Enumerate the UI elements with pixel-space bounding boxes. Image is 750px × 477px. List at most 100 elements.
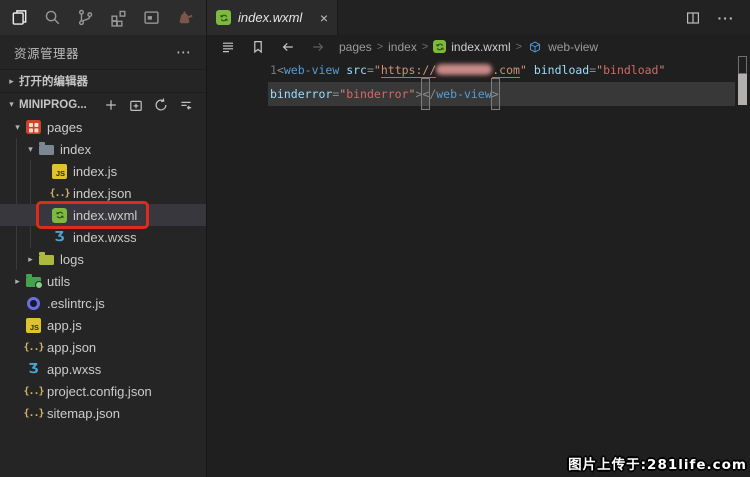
tree-item-app-json[interactable]: {..}app.json [0,336,206,358]
more-actions-icon[interactable]: ··· [717,9,735,27]
tree-item-logs[interactable]: ▸ logs [0,248,206,270]
search-icon[interactable] [40,6,64,30]
code-token: = [367,63,374,77]
sidebar: 资源管理器 ⋯ ▸ 打开的编辑器 ▾ MINIPROG... ▾pages▾in… [0,0,207,477]
tab-label: index.wxml [238,10,302,25]
tree-item-label: logs [60,252,84,267]
wxml-file-icon [433,40,446,53]
tree-item-label: .eslintrc.js [47,296,105,311]
project-label: MINIPROG... [19,99,87,111]
tab-bar: index.wxml × ··· [207,0,750,35]
tree-item-pages[interactable]: ▾ pages [0,116,206,138]
folder-index-icon [39,145,54,155]
json-file-icon: {..} [26,405,42,421]
tree-item-label: sitemap.json [47,406,120,421]
code-token: bindload [534,63,589,77]
breadcrumb-item-index[interactable]: index [388,40,417,54]
arrow-left-icon[interactable] [273,37,303,57]
bookmark-icon[interactable] [243,37,273,57]
code-token: > [492,82,499,106]
outline-icon[interactable] [213,37,243,57]
close-icon[interactable]: × [320,11,328,25]
breadcrumb-item-pages[interactable]: pages [339,40,372,54]
wxml-file-icon [216,10,231,25]
tree-item-utils[interactable]: ▸ utils [0,270,206,292]
code-token [527,63,534,77]
json-file-icon: {..} [52,185,68,201]
chevron-right-icon: ▸ [10,276,25,287]
js-file-icon: JS [26,318,41,333]
js-file-icon: JS [52,164,67,179]
tree-item-sitemap-json[interactable]: {..} sitemap.json [0,402,206,424]
tree-item-app-wxss[interactable]: Ʒapp.wxss [0,358,206,380]
code-line[interactable]: 1<web-view src="https://.com" bindload="… [207,58,750,82]
tree-item--eslintrc-js[interactable]: .eslintrc.js [0,292,206,314]
collapse-all-icon[interactable] [176,95,195,114]
tree-item-label: app.json [47,340,96,355]
extensions-icon[interactable] [106,6,130,30]
arrow-right-icon [303,37,333,57]
new-folder-icon[interactable] [126,95,145,114]
scrollbar-marker [738,56,747,74]
app-window: 资源管理器 ⋯ ▸ 打开的编辑器 ▾ MINIPROG... ▾pages▾in… [0,0,750,477]
editor-group: index.wxml × ··· pages > index > index.wxml >… [207,0,750,477]
code-token: binderror [346,87,408,101]
web-view-symbol-icon [527,39,543,55]
breadcrumb-item-web-view[interactable]: web-view [527,39,598,55]
breadcrumb: pages>index>index.wxml>web-view [339,39,598,55]
tree-item-app-js[interactable]: JS app.js [0,314,206,336]
tree-item-label: index.wxss [73,230,137,245]
source-control-icon[interactable] [73,6,97,30]
breadcrumb-separator: > [422,41,428,53]
code-token: " [374,63,381,77]
chevron-down-icon: ▾ [4,99,19,110]
breadcrumb-label: index [388,40,417,54]
code-token: web-view [284,63,339,77]
code-token: " [520,63,527,77]
watermark: 图片上传于:281life.com [568,453,747,473]
tree-item-index-wxss[interactable]: Ʒindex.wxss [0,226,206,248]
editor-toolbar [213,37,333,57]
tree-item-label: utils [47,274,70,289]
new-file-icon[interactable] [101,95,120,114]
tab-index-wxml[interactable]: index.wxml × [207,0,338,35]
chevron-down-icon: ▾ [10,122,25,133]
activity-bar [0,0,206,35]
code-token: .com [492,63,520,78]
chevron-right-icon: ▸ [23,254,38,265]
breadcrumb-item-index-wxml[interactable]: index.wxml [433,40,510,54]
code-token: src [346,63,367,77]
breadcrumb-label: pages [339,40,372,54]
code-area[interactable]: 1<web-view src="https://.com" bindload="… [207,58,750,477]
tree-item-index-js[interactable]: JS index.js [0,160,206,182]
tree-item-index-wxml[interactable]: index.wxml [0,204,206,226]
chevron-right-icon: ▸ [4,76,19,87]
refresh-icon[interactable] [151,95,170,114]
line-number: 1 [270,63,277,77]
breadcrumb-label: index.wxml [451,40,510,54]
tree-item-label: project.config.json [47,384,152,399]
folder-utils-icon [26,277,41,287]
files-icon[interactable] [7,6,31,30]
tree-item-label: index [60,142,91,157]
breadcrumb-separator: > [377,41,383,53]
app-window-icon[interactable] [139,6,163,30]
json-file-icon: {..} [26,383,42,399]
section-project[interactable]: ▾ MINIPROG... [0,92,206,116]
chevron-down-icon: ▾ [23,144,38,155]
tree-item-label: index.json [73,186,132,201]
tree-item-label: pages [47,120,82,135]
tree-item-label: app.js [47,318,82,333]
code-token: web-view [436,87,491,101]
tree-item-label: index.js [73,164,117,179]
explorer-more-icon[interactable]: ⋯ [176,43,192,61]
tree-item-project-config-json[interactable]: {..} project.config.json [0,380,206,402]
tree-item-index-json[interactable]: {..} index.json [0,182,206,204]
tree-item-index[interactable]: ▾ index [0,138,206,160]
scrollbar-thumb[interactable] [738,74,747,105]
wxml-file-icon [52,208,67,223]
teapot-icon[interactable] [172,6,196,30]
split-editor-icon[interactable] [684,9,702,27]
code-line[interactable]: binderror="binderror"></web-view> [207,82,750,106]
section-open-editors[interactable]: ▸ 打开的编辑器 [0,69,206,92]
